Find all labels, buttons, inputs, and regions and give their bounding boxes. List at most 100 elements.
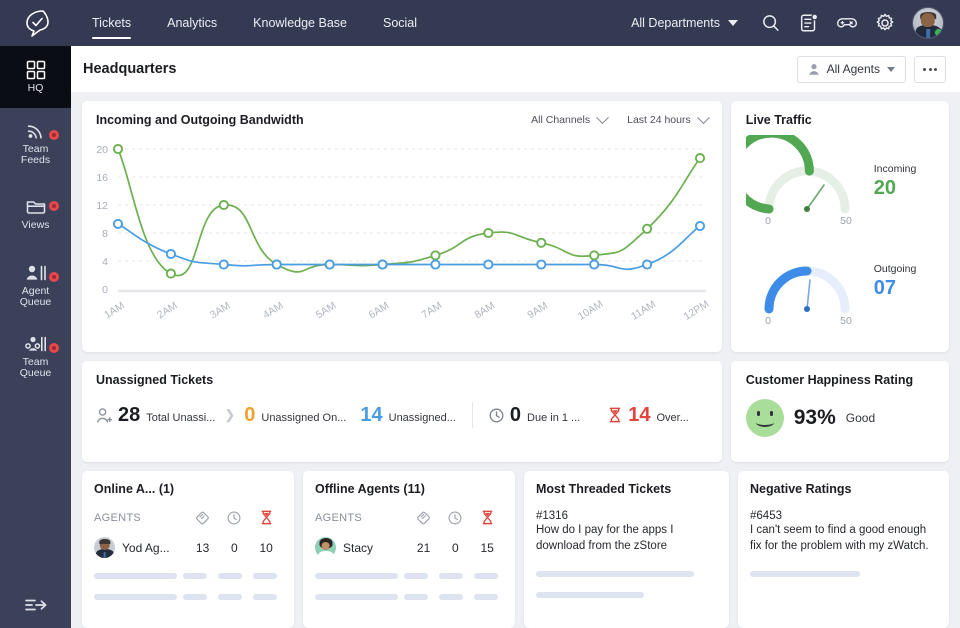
metric-overdue-label: Over... bbox=[656, 412, 689, 424]
left-sidebar: HQ Team Feeds Views Agent Queue Team Que… bbox=[0, 46, 71, 628]
gauge-outgoing: 0 50 Outgoing 07 bbox=[746, 235, 949, 327]
svg-text:50: 50 bbox=[840, 315, 852, 327]
online-agents-header: AGENTS bbox=[94, 510, 282, 525]
sidebar-item-team-feeds[interactable]: Team Feeds bbox=[0, 108, 71, 179]
most-threaded-ticket-id[interactable]: #1316 bbox=[536, 510, 717, 522]
negative-ratings-card: Negative Ratings #6453 I can't seem to f… bbox=[738, 471, 949, 628]
most-threaded-ticket-subject[interactable]: How do I pay for the apps I download fro… bbox=[536, 523, 717, 554]
offline-agent-name-cell: Stacy bbox=[315, 537, 408, 558]
table-row[interactable]: Yod Ag... 13 0 10 bbox=[94, 537, 282, 558]
add-user-icon bbox=[96, 407, 112, 423]
notes-icon[interactable] bbox=[798, 12, 820, 34]
sidebar-badge-team-queue bbox=[49, 343, 59, 353]
ticket-icon-col bbox=[187, 511, 219, 525]
page-title: Headquarters bbox=[83, 61, 177, 77]
customer-happiness-card: Customer Happiness Rating 93% Good bbox=[730, 361, 949, 462]
svg-text:50: 50 bbox=[840, 215, 852, 227]
tab-social-label: Social bbox=[382, 16, 418, 30]
avatar[interactable] bbox=[912, 7, 944, 39]
svg-text:20: 20 bbox=[96, 144, 108, 156]
gear-icon[interactable] bbox=[874, 12, 896, 34]
smiley-eye-left bbox=[756, 411, 760, 416]
page-header: Headquarters All Agents bbox=[71, 46, 960, 92]
table-row[interactable]: Stacy 21 0 15 bbox=[315, 537, 503, 558]
sidebar-item-views[interactable]: Views bbox=[0, 179, 71, 250]
svg-text:7AM: 7AM bbox=[420, 300, 445, 322]
page-header-actions: All Agents bbox=[796, 55, 946, 83]
svg-text:4AM: 4AM bbox=[261, 300, 286, 322]
sidebar-collapse-button[interactable] bbox=[0, 582, 71, 628]
app-logo[interactable] bbox=[0, 0, 74, 46]
metric-due-in-value: 0 bbox=[509, 404, 522, 426]
online-agent-name-cell: Yod Ag... bbox=[94, 537, 187, 558]
svg-text:11AM: 11AM bbox=[629, 298, 658, 322]
online-agents-col-agents: AGENTS bbox=[94, 511, 142, 524]
grid-icon bbox=[26, 60, 45, 79]
sidebar-item-agent-queue[interactable]: Agent Queue bbox=[0, 250, 71, 321]
svg-text:2AM: 2AM bbox=[155, 300, 180, 322]
chevron-down-icon bbox=[887, 66, 895, 72]
metric-total-unassigned[interactable]: 28 Total Unassi... bbox=[96, 405, 215, 425]
tab-social[interactable]: Social bbox=[365, 0, 435, 46]
time-range-label: Last 24 hours bbox=[627, 114, 691, 126]
online-agent-tickets: 13 bbox=[195, 540, 210, 555]
offline-agent-due: 0 bbox=[452, 540, 459, 555]
gamification-icon[interactable] bbox=[836, 12, 858, 34]
metric-overdue[interactable]: 14 Over... bbox=[608, 405, 689, 425]
happiness-row: 93% Good bbox=[745, 399, 949, 437]
skeleton-row bbox=[315, 573, 503, 579]
incoming-value: 20 bbox=[873, 176, 896, 199]
offline-agents-title: Offline Agents (11) bbox=[315, 482, 425, 496]
incoming-gauge-icon: 0 50 bbox=[745, 135, 852, 227]
svg-text:8AM: 8AM bbox=[472, 300, 497, 322]
metric-due-in[interactable]: 0 Due in 1 ... bbox=[489, 405, 580, 425]
happiness-percent: 93% bbox=[793, 406, 836, 429]
sidebar-item-team-queue[interactable]: Team Queue bbox=[0, 321, 71, 392]
metric-unassigned-other[interactable]: 14 Unassigned... bbox=[360, 405, 456, 425]
offline-agents-header: AGENTS bbox=[315, 510, 503, 525]
offline-agents-card: Offline Agents (11) AGENTS Stacy 21 0 15 bbox=[303, 471, 515, 628]
tab-knowledge-base[interactable]: Knowledge Base bbox=[235, 0, 365, 46]
dashboard-row-1: Incoming and Outgoing Bandwidth All Chan… bbox=[82, 101, 949, 352]
negative-rating-ticket-subject[interactable]: I can't seem to find a good enough fix f… bbox=[750, 523, 937, 554]
team-queue-icon bbox=[24, 336, 46, 351]
offline-agent-overdue: 15 bbox=[480, 540, 494, 555]
tab-tickets[interactable]: Tickets bbox=[74, 0, 149, 46]
happiness-rating-label: Good bbox=[845, 411, 876, 425]
negative-rating-ticket-id[interactable]: #6453 bbox=[750, 510, 937, 522]
all-agents-filter-label: All Agents bbox=[826, 62, 880, 76]
channel-filter-dropdown[interactable]: All Channels bbox=[531, 110, 609, 126]
department-selector[interactable]: All Departments bbox=[631, 16, 738, 30]
all-agents-filter-button[interactable]: All Agents bbox=[796, 55, 906, 83]
unassigned-tickets-card: Unassigned Tickets 28 Total Unassi... ❯ … bbox=[82, 361, 722, 462]
avatar bbox=[315, 537, 336, 558]
time-range-dropdown[interactable]: Last 24 hours bbox=[627, 110, 710, 126]
main-nav-tabs: Tickets Analytics Knowledge Base Social bbox=[74, 0, 435, 46]
sidebar-item-views-label: Views bbox=[21, 219, 50, 232]
chevron-down-icon bbox=[728, 20, 738, 26]
dashboard-row-3: Online A... (1) AGENTS Yod Ag... 13 0 10… bbox=[82, 471, 949, 628]
chart-plot-area: 0 4 8 12 16 20 1AM 2AM 3AM 4AM 5AM 6AM 7AM 8AM 9AM 10AM… bbox=[82, 137, 730, 352]
metric-unassigned-online-value: 0 bbox=[244, 404, 256, 426]
svg-text:8: 8 bbox=[102, 228, 108, 240]
more-options-button[interactable] bbox=[914, 55, 946, 83]
metric-unassigned-online[interactable]: 0 Unassigned On... bbox=[244, 405, 346, 425]
clock-icon bbox=[448, 511, 462, 524]
tab-analytics[interactable]: Analytics bbox=[149, 0, 235, 46]
skeleton-row bbox=[94, 594, 282, 600]
hourglass-icon bbox=[609, 407, 621, 423]
most-threaded-tickets-card: Most Threaded Tickets #1316 How do I pay… bbox=[524, 471, 730, 628]
live-traffic-title: Live Traffic bbox=[745, 113, 812, 127]
svg-text:10AM: 10AM bbox=[576, 298, 606, 323]
person-icon bbox=[809, 63, 819, 75]
metric-due-in-label: Due in 1 ... bbox=[527, 412, 581, 424]
sidebar-item-hq[interactable]: HQ bbox=[0, 46, 71, 108]
outgoing-value: 07 bbox=[873, 276, 896, 299]
online-agent-due: 0 bbox=[231, 540, 238, 555]
ticket-icon-col bbox=[408, 511, 440, 525]
offline-agent-tickets: 21 bbox=[416, 540, 431, 555]
sidebar-item-team-queue-label: Team Queue bbox=[19, 355, 52, 379]
hourglass-icon-col bbox=[471, 510, 503, 525]
chart-controls: All Channels Last 24 hours bbox=[531, 110, 710, 126]
search-icon[interactable] bbox=[760, 12, 782, 34]
